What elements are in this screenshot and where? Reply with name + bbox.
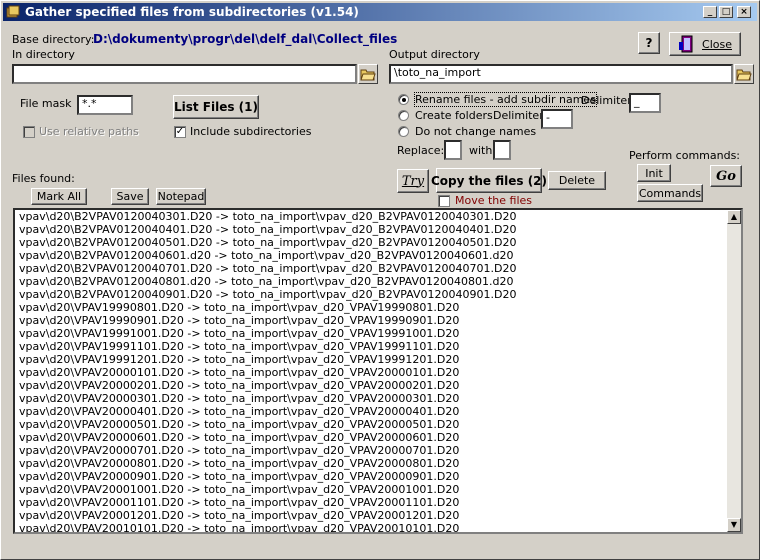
file-mask-label: File mask xyxy=(20,97,72,110)
file-list-item[interactable]: vpav\d20\B2VPAV0120040701.D20 -> toto_na… xyxy=(15,262,741,275)
delete-button-label: Delete xyxy=(558,174,596,187)
help-button-label: ? xyxy=(645,36,653,50)
files-found-label: Files found: xyxy=(12,172,75,185)
file-list-item[interactable]: vpav\d20\VPAV20000401.D20 -> toto_na_imp… xyxy=(15,405,741,418)
list-files-label: List Files (1) xyxy=(173,100,259,114)
in-directory-field[interactable] xyxy=(12,64,357,84)
folders-delimiter-field[interactable]: - xyxy=(541,109,573,129)
include-subdirectories-checkbox[interactable]: ✓ xyxy=(174,126,186,138)
replace-field[interactable] xyxy=(444,140,462,160)
file-list-item[interactable]: vpav\d20\VPAV20000801.D20 -> toto_na_imp… xyxy=(15,457,741,470)
output-directory-field[interactable]: \toto_na_import xyxy=(389,64,733,84)
replace-label: Replace: xyxy=(397,144,445,157)
notepad-button[interactable]: Notepad xyxy=(156,188,206,205)
in-directory-browse-button[interactable] xyxy=(358,64,378,84)
do-not-change-names-radio[interactable] xyxy=(398,126,409,137)
go-button[interactable]: Go xyxy=(710,165,742,187)
close-window-button[interactable]: × xyxy=(737,6,751,18)
rename-files-radio[interactable] xyxy=(398,94,409,105)
file-list-item[interactable]: vpav\d20\VPAV19990801.D20 -> toto_na_imp… xyxy=(15,301,741,314)
file-list-item[interactable]: vpav\d20\VPAV19991101.D20 -> toto_na_imp… xyxy=(15,340,741,353)
file-list-item[interactable]: vpav\d20\VPAV20000501.D20 -> toto_na_imp… xyxy=(15,418,741,431)
file-list-item[interactable]: vpav\d20\B2VPAV0120040501.D20 -> toto_na… xyxy=(15,236,741,249)
create-folders-label: Create folders xyxy=(415,109,493,122)
delimiter-field[interactable]: _ xyxy=(629,93,661,113)
file-list-item[interactable]: vpav\d20\B2VPAV0120040601.d20 -> toto_na… xyxy=(15,249,741,262)
create-folders-radio[interactable] xyxy=(398,110,409,121)
file-list-item[interactable]: vpav\d20\VPAV20000101.D20 -> toto_na_imp… xyxy=(15,366,741,379)
init-button-label: Init xyxy=(645,166,663,180)
mark-all-button[interactable]: Mark All xyxy=(31,188,87,205)
with-label: with xyxy=(469,144,493,157)
help-button[interactable]: ? xyxy=(638,32,660,54)
file-list-item[interactable]: vpav\d20\B2VPAV0120040301.D20 -> toto_na… xyxy=(15,210,741,223)
file-list-item[interactable]: vpav\d20\VPAV19991201.D20 -> toto_na_imp… xyxy=(15,353,741,366)
minimize-button[interactable]: _ xyxy=(703,6,717,18)
file-mask-field[interactable]: *.* xyxy=(77,95,133,115)
notepad-button-label: Notepad xyxy=(157,190,205,203)
file-list-item[interactable]: vpav\d20\VPAV20000601.D20 -> toto_na_imp… xyxy=(15,431,741,444)
commands-button[interactable]: Commands xyxy=(637,184,703,202)
window-title: Gather specified files from subdirectori… xyxy=(25,5,359,19)
folder-open-icon xyxy=(360,69,376,81)
use-relative-paths-checkbox[interactable] xyxy=(23,126,35,138)
delete-button[interactable]: Delete xyxy=(548,171,606,190)
move-files-checkbox[interactable] xyxy=(438,195,450,207)
try-button[interactable]: Try xyxy=(397,169,429,193)
use-relative-paths-label: Use relative paths xyxy=(39,125,139,138)
copy-files-button[interactable]: Copy the files (2) xyxy=(431,168,547,193)
file-list-item[interactable]: vpav\d20\VPAV19991001.D20 -> toto_na_imp… xyxy=(15,327,741,340)
save-button[interactable]: Save xyxy=(111,188,149,205)
base-directory-value: D:\dokumenty\progr\del\delf_dal\Collect_… xyxy=(93,32,398,46)
copy-files-label: Copy the files (2) xyxy=(430,173,548,188)
file-list-item[interactable]: vpav\d20\B2VPAV0120040901.D20 -> toto_na… xyxy=(15,288,741,301)
file-list-item[interactable]: vpav\d20\VPAV20001201.D20 -> toto_na_imp… xyxy=(15,509,741,522)
scroll-down-button[interactable]: ▼ xyxy=(727,518,741,532)
commands-button-label: Commands xyxy=(638,186,702,200)
save-button-label: Save xyxy=(116,190,144,203)
close-button-label: Close xyxy=(702,37,732,51)
file-list-item[interactable]: vpav\d20\VPAV20010101.D20 -> toto_na_imp… xyxy=(15,522,741,532)
exit-door-icon xyxy=(679,35,693,53)
with-field[interactable] xyxy=(493,140,511,160)
output-directory-label: Output directory xyxy=(389,48,480,61)
rename-files-label: Rename files - add subdir names xyxy=(414,92,597,107)
file-list-item[interactable]: vpav\d20\VPAV20000701.D20 -> toto_na_imp… xyxy=(15,444,741,457)
move-files-label: Move the files xyxy=(455,194,533,207)
file-list-item[interactable]: vpav\d20\B2VPAV0120040801.d20 -> toto_na… xyxy=(15,275,741,288)
file-list-item[interactable]: vpav\d20\VPAV20001001.D20 -> toto_na_imp… xyxy=(15,483,741,496)
perform-commands-label: Perform commands: xyxy=(629,149,741,162)
in-directory-label: In directory xyxy=(12,48,75,61)
do-not-change-names-label: Do not change names xyxy=(415,125,537,138)
title-bar: Gather specified files from subdirectori… xyxy=(3,3,757,21)
file-list-item[interactable]: vpav\d20\VPAV20000901.D20 -> toto_na_imp… xyxy=(15,470,741,483)
file-list-item[interactable]: vpav\d20\VPAV20000301.D20 -> toto_na_imp… xyxy=(15,392,741,405)
try-button-label: Try xyxy=(401,173,425,189)
file-list-item[interactable]: vpav\d20\VPAV19990901.D20 -> toto_na_imp… xyxy=(15,314,741,327)
list-files-button[interactable]: List Files (1) xyxy=(173,95,259,119)
files-list-rows: vpav\d20\B2VPAV0120040301.D20 -> toto_na… xyxy=(15,210,741,532)
folder-open-icon xyxy=(736,69,752,81)
delimiter-label: Delimiter xyxy=(581,94,632,107)
files-list[interactable]: vpav\d20\B2VPAV0120040301.D20 -> toto_na… xyxy=(13,208,743,534)
file-list-item[interactable]: vpav\d20\VPAV20001101.D20 -> toto_na_imp… xyxy=(15,496,741,509)
init-button[interactable]: Init xyxy=(637,164,671,182)
file-list-item[interactable]: vpav\d20\VPAV20000201.D20 -> toto_na_imp… xyxy=(15,379,741,392)
mark-all-label: Mark All xyxy=(36,190,82,203)
file-list-item[interactable]: vpav\d20\B2VPAV0120040401.D20 -> toto_na… xyxy=(15,223,741,236)
include-subdirectories-label: Include subdirectories xyxy=(190,125,312,138)
app-icon xyxy=(6,5,20,18)
base-directory-label: Base directory: xyxy=(12,33,95,46)
folders-delimiter-label: Delimiter xyxy=(493,109,544,122)
close-button[interactable]: Close xyxy=(669,32,741,56)
scroll-up-button[interactable]: ▲ xyxy=(727,210,741,224)
main-window: Gather specified files from subdirectori… xyxy=(0,0,760,560)
go-button-label: Go xyxy=(716,168,736,184)
vertical-scrollbar[interactable]: ▲ ▼ xyxy=(727,210,741,532)
output-directory-browse-button[interactable] xyxy=(734,64,754,84)
maximize-button[interactable]: □ xyxy=(719,6,733,18)
